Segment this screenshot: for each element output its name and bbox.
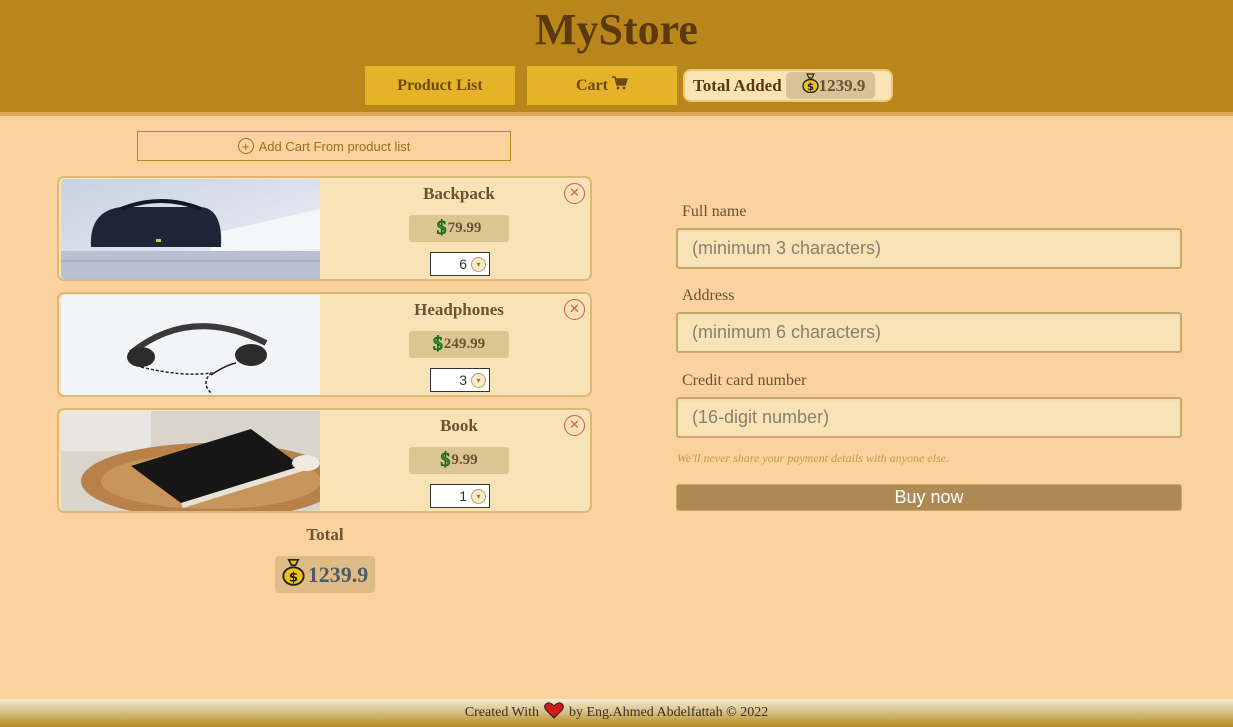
chevron-down-icon[interactable]: ▾ bbox=[471, 372, 486, 388]
svg-text:$: $ bbox=[807, 82, 814, 93]
footer-credit: by Eng.Ahmed Abdelfattah © 2022 bbox=[569, 705, 769, 720]
dollar-icon: $ bbox=[436, 217, 447, 240]
money-bag-icon: $ bbox=[801, 73, 819, 98]
cart-icon bbox=[611, 76, 629, 95]
item-price-value: 249.99 bbox=[443, 336, 486, 352]
header: MyStore Product List Cart Total Added $ bbox=[0, 0, 1233, 116]
fullname-input[interactable] bbox=[676, 228, 1182, 269]
card-number-label: Credit card number bbox=[682, 372, 807, 389]
cart-total-label: Total bbox=[306, 525, 344, 544]
item-price: $ 9.99 bbox=[409, 447, 509, 474]
cart-item: Book $ 9.99 1 ▾ ✕ bbox=[57, 408, 592, 513]
nav-cart-label: Cart bbox=[576, 76, 608, 94]
total-added-box: Total Added $ 1239.9 bbox=[683, 69, 893, 102]
cart-item: Headphones $ 249.99 3 ▾ ✕ bbox=[57, 292, 592, 397]
item-price-value: 9.99 bbox=[451, 452, 478, 468]
footer: Created With by Eng.Ahmed Abdelfattah © … bbox=[0, 699, 1233, 727]
item-price: $ 79.99 bbox=[409, 215, 509, 242]
privacy-note: We'll never share your payment details w… bbox=[677, 451, 949, 465]
book-image bbox=[61, 411, 320, 511]
cart-total-badge: $ 1239.9 bbox=[275, 556, 375, 593]
quantity-stepper[interactable]: 3 ▾ bbox=[430, 368, 490, 392]
circle-plus-icon: + bbox=[237, 138, 254, 154]
chevron-down-icon[interactable]: ▾ bbox=[471, 256, 486, 272]
quantity-value: 6 bbox=[459, 256, 467, 272]
item-price: $ 249.99 bbox=[409, 331, 509, 358]
footer-prefix: Created With bbox=[464, 705, 539, 720]
item-price-value: 79.99 bbox=[447, 220, 482, 236]
nav-product-list-label: Product List bbox=[397, 76, 483, 94]
item-name: Backpack bbox=[423, 184, 495, 203]
heart-icon bbox=[544, 702, 564, 724]
headphones-image bbox=[61, 295, 320, 395]
cart-total-value: 1239.9 bbox=[307, 561, 369, 587]
chevron-down-icon[interactable]: ▾ bbox=[471, 488, 486, 504]
total-added-value-badge: $ 1239.9 bbox=[785, 72, 876, 99]
remove-item-button[interactable]: ✕ bbox=[564, 299, 585, 320]
money-bag-icon: $ bbox=[282, 558, 305, 592]
brand-title: MyStore bbox=[535, 5, 698, 54]
add-cart-label: Add Cart From product list bbox=[258, 138, 411, 154]
nav-cart-button[interactable]: Cart bbox=[527, 66, 677, 105]
remove-item-button[interactable]: ✕ bbox=[564, 415, 585, 436]
dollar-icon: $ bbox=[432, 333, 444, 356]
total-added-label: Total Added bbox=[693, 75, 782, 95]
quantity-stepper[interactable]: 1 ▾ bbox=[430, 484, 490, 508]
address-label: Address bbox=[682, 287, 735, 304]
item-name: Book bbox=[440, 416, 478, 435]
svg-text:$: $ bbox=[289, 569, 298, 585]
address-input[interactable] bbox=[676, 312, 1182, 353]
quantity-stepper[interactable]: 6 ▾ bbox=[430, 252, 490, 276]
dollar-icon: $ bbox=[440, 449, 451, 472]
item-name: Headphones bbox=[414, 300, 504, 319]
remove-item-button[interactable]: ✕ bbox=[564, 183, 585, 204]
cart-item: Backpack $ 79.99 6 ▾ ✕ bbox=[57, 176, 592, 281]
total-added-value: 1239.9 bbox=[818, 75, 866, 95]
add-cart-from-list-link[interactable]: + Add Cart From product list bbox=[137, 131, 511, 161]
quantity-value: 3 bbox=[459, 372, 467, 388]
buy-now-button[interactable]: Buy now bbox=[676, 484, 1182, 511]
card-number-input[interactable] bbox=[676, 397, 1182, 438]
nav-product-list-button[interactable]: Product List bbox=[365, 66, 515, 105]
fullname-label: Full name bbox=[682, 203, 747, 220]
quantity-value: 1 bbox=[459, 488, 467, 504]
backpack-image bbox=[61, 179, 320, 279]
